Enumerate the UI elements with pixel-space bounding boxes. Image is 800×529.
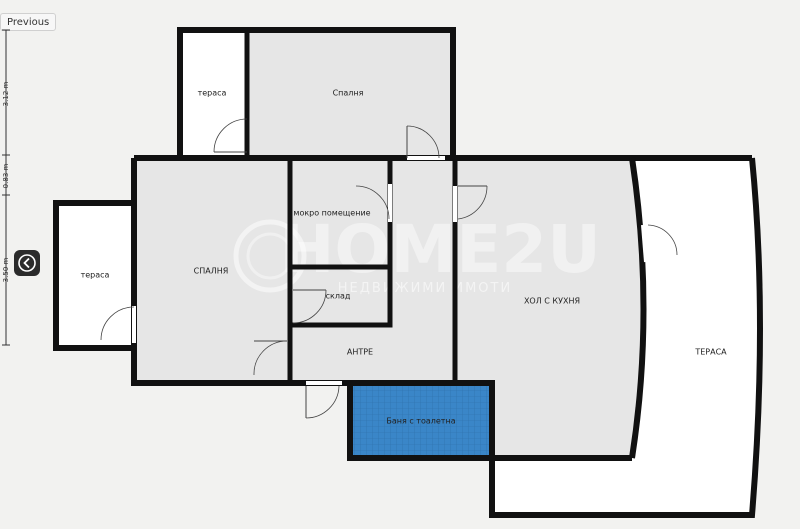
room-label-living-kitchen: ХОЛ С КУХНЯ — [524, 297, 580, 306]
room-label-terrace-top: тераса — [198, 89, 227, 98]
room-label-bathroom: Баня с тоалетна — [386, 417, 455, 426]
room-label-hall: АНТРЕ — [347, 348, 373, 357]
compass-icon — [18, 254, 36, 272]
navigation-button[interactable] — [14, 250, 40, 276]
room-label-terrace-big: ТЕРАСА — [694, 348, 727, 357]
dimension-label-bottom: 3.50 m — [2, 258, 10, 283]
watermark-brand: HOME2U — [279, 211, 601, 288]
room-label-terrace-left: тераса — [81, 271, 110, 280]
room-label-storage: склад — [326, 292, 351, 301]
floor-plan: 3.12 m 0.83 m 3.50 m HOME2U НЕДВИЖИМИ ИМ… — [2, 27, 763, 518]
dimension-label-middle: 0.83 m — [2, 164, 10, 189]
room-label-bedroom-left: СПАЛНЯ — [194, 267, 229, 276]
watermark-tagline: НЕДВИЖИМИ ИМОТИ — [338, 281, 512, 296]
room-label-bedroom-top: Спалня — [333, 89, 364, 98]
dimension-label-top: 3.12 m — [2, 82, 10, 107]
room-label-wet-room: мокро помещение — [293, 209, 370, 218]
door-entrance — [305, 381, 342, 419]
